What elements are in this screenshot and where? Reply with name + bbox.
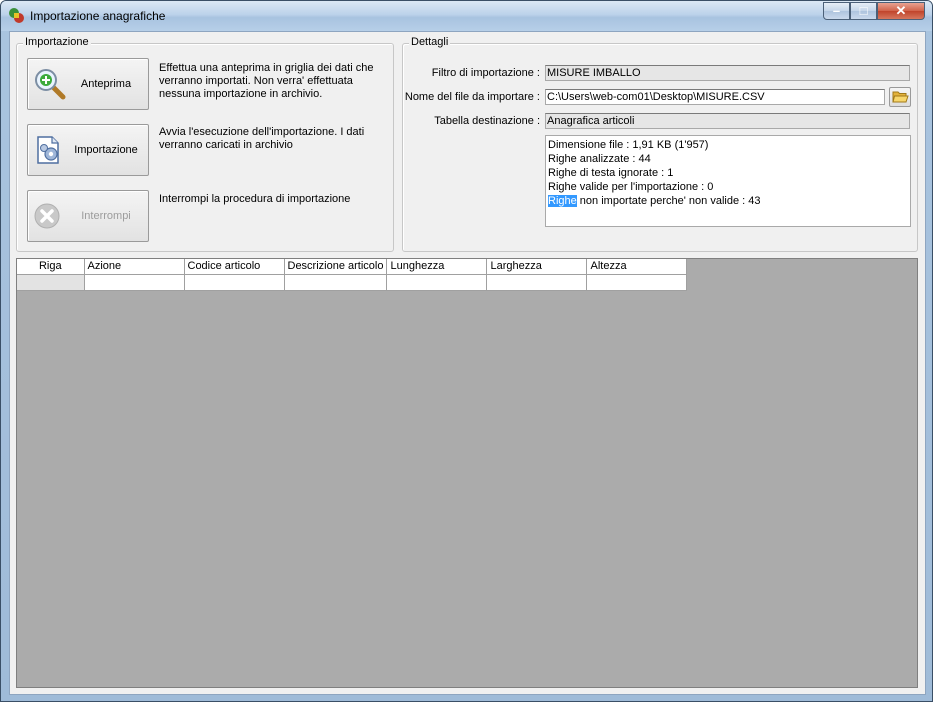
maximize-icon: □ [859, 3, 868, 18]
import-group: Importazione Anteprima Effettua una ante… [16, 36, 394, 252]
folder-open-icon [892, 91, 909, 103]
file-label: Nome del file da importare : [404, 91, 540, 103]
preview-button-label: Anteprima [80, 78, 132, 90]
maximize-button[interactable]: □ [850, 2, 877, 20]
preview-button[interactable]: Anteprima [27, 58, 149, 110]
close-button[interactable]: ✕ [877, 2, 925, 20]
grid-cell[interactable] [586, 274, 688, 291]
grid-table: Riga Azione Codice articolo Descrizione … [17, 259, 688, 291]
details-group-legend: Dettagli [409, 36, 451, 48]
document-gears-icon [37, 136, 59, 164]
title-bar[interactable]: Importazione anagrafiche – □ ✕ [1, 1, 932, 31]
log-line: Righe non importate perche' non valide :… [548, 194, 908, 208]
table-field: Anagrafica articoli [545, 113, 910, 129]
grid-cell[interactable] [84, 274, 185, 291]
grid-cell[interactable] [486, 274, 588, 291]
minimize-icon: – [832, 3, 841, 18]
preview-description: Effettua una anteprima in griglia dei da… [159, 62, 374, 100]
log-line: Dimensione file : 1,91 KB (1'957) [548, 139, 709, 151]
main-window: Importazione anagrafiche – □ ✕ Importazi… [0, 0, 933, 702]
minimize-button[interactable]: – [823, 2, 850, 20]
log-line: Righe valide per l'importazione : 0 [548, 181, 714, 193]
app-icon [9, 8, 24, 23]
file-path-field[interactable]: C:\Users\web-com01\Desktop\MISURE.CSV [545, 89, 885, 105]
import-log[interactable]: Dimensione file : 1,91 KB (1'957) Righe … [545, 135, 911, 227]
table-row[interactable] [17, 274, 688, 291]
column-header-azione[interactable]: Azione [84, 259, 185, 275]
log-line-rest: non importate perche' non valide : 43 [576, 195, 761, 207]
selected-text: Righe [548, 195, 577, 207]
table-label: Tabella destinazione : [434, 115, 540, 127]
column-header-altezza[interactable]: Altezza [586, 259, 688, 275]
window-title: Importazione anagrafiche [30, 9, 166, 23]
close-icon: ✕ [895, 3, 907, 18]
stop-description: Interrompi la procedura di importazione [159, 193, 351, 205]
import-button-label: Importazione [74, 144, 138, 156]
grid-cell[interactable] [184, 274, 285, 291]
client-area: Importazione Anteprima Effettua una ante… [9, 31, 926, 695]
log-line: Righe di testa ignorate : 1 [548, 167, 674, 179]
log-line: Righe analizzate : 44 [548, 153, 651, 165]
import-group-legend: Importazione [23, 36, 91, 48]
filter-field: MISURE IMBALLO [545, 65, 910, 81]
grid-cell[interactable] [284, 274, 388, 291]
stop-button[interactable]: Interrompi [27, 190, 149, 242]
column-header-riga[interactable]: Riga [17, 259, 85, 275]
import-description: Avvia l'esecuzione dell'importazione. I … [159, 126, 365, 151]
magnifier-plus-icon [35, 69, 66, 100]
column-header-descrizione[interactable]: Descrizione articolo [284, 259, 388, 275]
import-button[interactable]: Importazione [27, 124, 149, 176]
filter-label: Filtro di importazione : [431, 67, 540, 79]
column-header-lunghezza[interactable]: Lunghezza [386, 259, 488, 275]
grid-cell[interactable] [386, 274, 488, 291]
stop-x-icon [34, 203, 60, 229]
browse-button[interactable] [889, 87, 911, 107]
column-header-larghezza[interactable]: Larghezza [486, 259, 588, 275]
row-header-cell[interactable] [17, 274, 85, 291]
column-header-codice[interactable]: Codice articolo [184, 259, 285, 275]
stop-button-label: Interrompi [81, 210, 131, 222]
data-grid[interactable]: Riga Azione Codice articolo Descrizione … [16, 258, 918, 688]
